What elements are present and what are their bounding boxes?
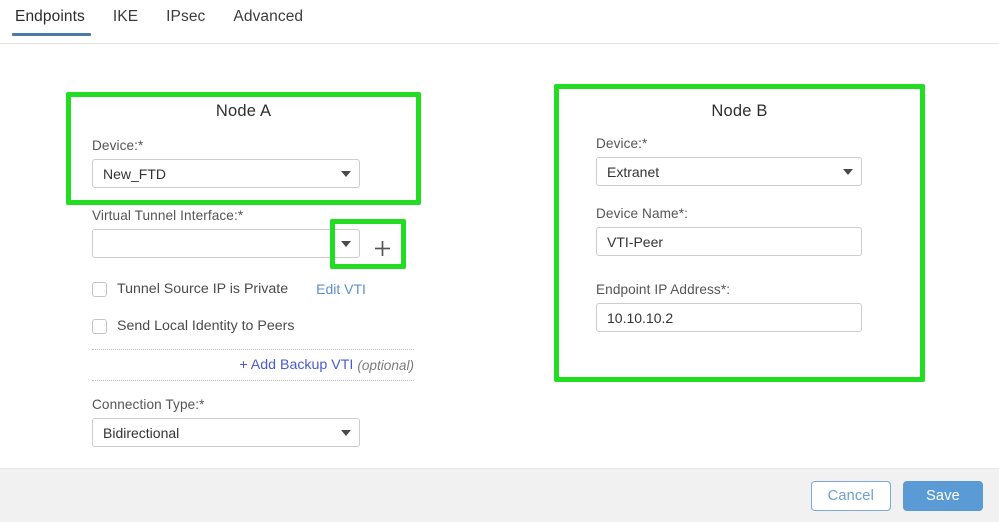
tab-endpoints-label: Endpoints <box>15 8 85 25</box>
cancel-button-label: Cancel <box>827 488 874 504</box>
add-backup-vti-optional-text: (optional) <box>357 357 414 373</box>
tab-advanced[interactable]: Advanced <box>219 8 317 36</box>
tab-ike[interactable]: IKE <box>99 8 152 36</box>
tunnel-source-private-checkbox[interactable] <box>92 281 107 297</box>
tab-list: Endpoints IKE IPsec Advanced <box>12 8 317 36</box>
node-b-endpoint-ip-input[interactable]: 10.10.10.2 <box>596 303 862 332</box>
chevron-down-icon[interactable] <box>333 171 359 177</box>
node-a-connection-type-select[interactable]: Bidirectional <box>92 418 360 447</box>
node-a-connection-type-field: Connection Type:* Bidirectional <box>92 397 360 447</box>
node-a-vti-select[interactable] <box>92 229 360 258</box>
add-vti-button[interactable] <box>370 235 394 261</box>
node-a-connection-type-value: Bidirectional <box>103 424 180 441</box>
node-b-device-name-input[interactable]: VTI-Peer <box>596 227 862 256</box>
node-a-device-select[interactable]: New_FTD <box>92 159 360 188</box>
add-backup-vti-row: + Add Backup VTI (optional) <box>92 349 414 381</box>
chevron-down-icon[interactable] <box>835 169 861 175</box>
send-local-identity-row: Send Local Identity to Peers <box>92 318 294 334</box>
node-a-vti-field: Virtual Tunnel Interface:* <box>92 208 360 258</box>
node-b-device-field: Device:* Extranet <box>596 136 862 186</box>
save-button[interactable]: Save <box>903 481 983 511</box>
send-local-identity-checkbox[interactable] <box>92 318 107 334</box>
node-b-device-select[interactable]: Extranet <box>596 157 862 186</box>
vpn-endpoints-dialog: Endpoints IKE IPsec Advanced Node A Devi… <box>0 0 999 522</box>
node-a-device-value: New_FTD <box>103 165 167 182</box>
node-b-endpoint-ip-label: Endpoint IP Address*: <box>596 282 731 297</box>
dialog-footer: Cancel Save <box>0 468 999 522</box>
cancel-button[interactable]: Cancel <box>810 481 891 511</box>
node-a-connection-type-label: Connection Type:* <box>92 397 205 412</box>
node-b-device-name-label: Device Name*: <box>596 206 688 221</box>
node-b-endpoint-ip-field: Endpoint IP Address*: 10.10.10.2 <box>596 282 862 332</box>
endpoints-form: Node A Device:* New_FTD Virtual Tunnel I… <box>0 44 999 468</box>
save-button-label: Save <box>926 488 960 504</box>
node-b-endpoint-ip-value: 10.10.10.2 <box>607 309 674 326</box>
node-b-device-name-value: VTI-Peer <box>607 233 664 250</box>
tunnel-source-private-label[interactable]: Tunnel Source IP is Private <box>117 281 288 297</box>
tab-endpoints[interactable]: Endpoints <box>12 8 99 36</box>
tab-bar: Endpoints IKE IPsec Advanced <box>0 0 999 44</box>
tab-ike-label: IKE <box>112 8 139 25</box>
node-a-device-field: Device:* New_FTD <box>92 138 360 188</box>
tab-ipsec-label: IPsec <box>166 8 206 25</box>
chevron-down-icon[interactable] <box>333 430 359 436</box>
node-a-panel: Node A Device:* New_FTD Virtual Tunnel I… <box>66 92 486 447</box>
tab-advanced-label: Advanced <box>233 8 304 25</box>
node-a-title: Node A <box>215 102 272 120</box>
node-a-vti-label: Virtual Tunnel Interface:* <box>92 208 244 223</box>
tunnel-source-private-row: Tunnel Source IP is Private Edit VTI <box>92 281 366 297</box>
add-backup-vti-link[interactable]: + Add Backup VTI <box>239 357 353 373</box>
node-b-title: Node B <box>711 102 768 120</box>
footer-button-group: Cancel Save <box>810 481 983 511</box>
node-b-device-label: Device:* <box>596 136 648 151</box>
send-local-identity-label[interactable]: Send Local Identity to Peers <box>117 318 294 334</box>
node-b-device-value: Extranet <box>607 163 660 180</box>
tab-ipsec[interactable]: IPsec <box>152 8 219 36</box>
node-b-device-name-field: Device Name*: VTI-Peer <box>596 206 862 256</box>
plus-icon <box>374 240 390 256</box>
node-a-device-label: Device:* <box>92 138 144 153</box>
node-b-panel: Node B Device:* Extranet Device Name*: V… <box>554 84 925 332</box>
chevron-down-icon[interactable] <box>332 230 359 257</box>
edit-vti-link[interactable]: Edit VTI <box>316 281 366 297</box>
